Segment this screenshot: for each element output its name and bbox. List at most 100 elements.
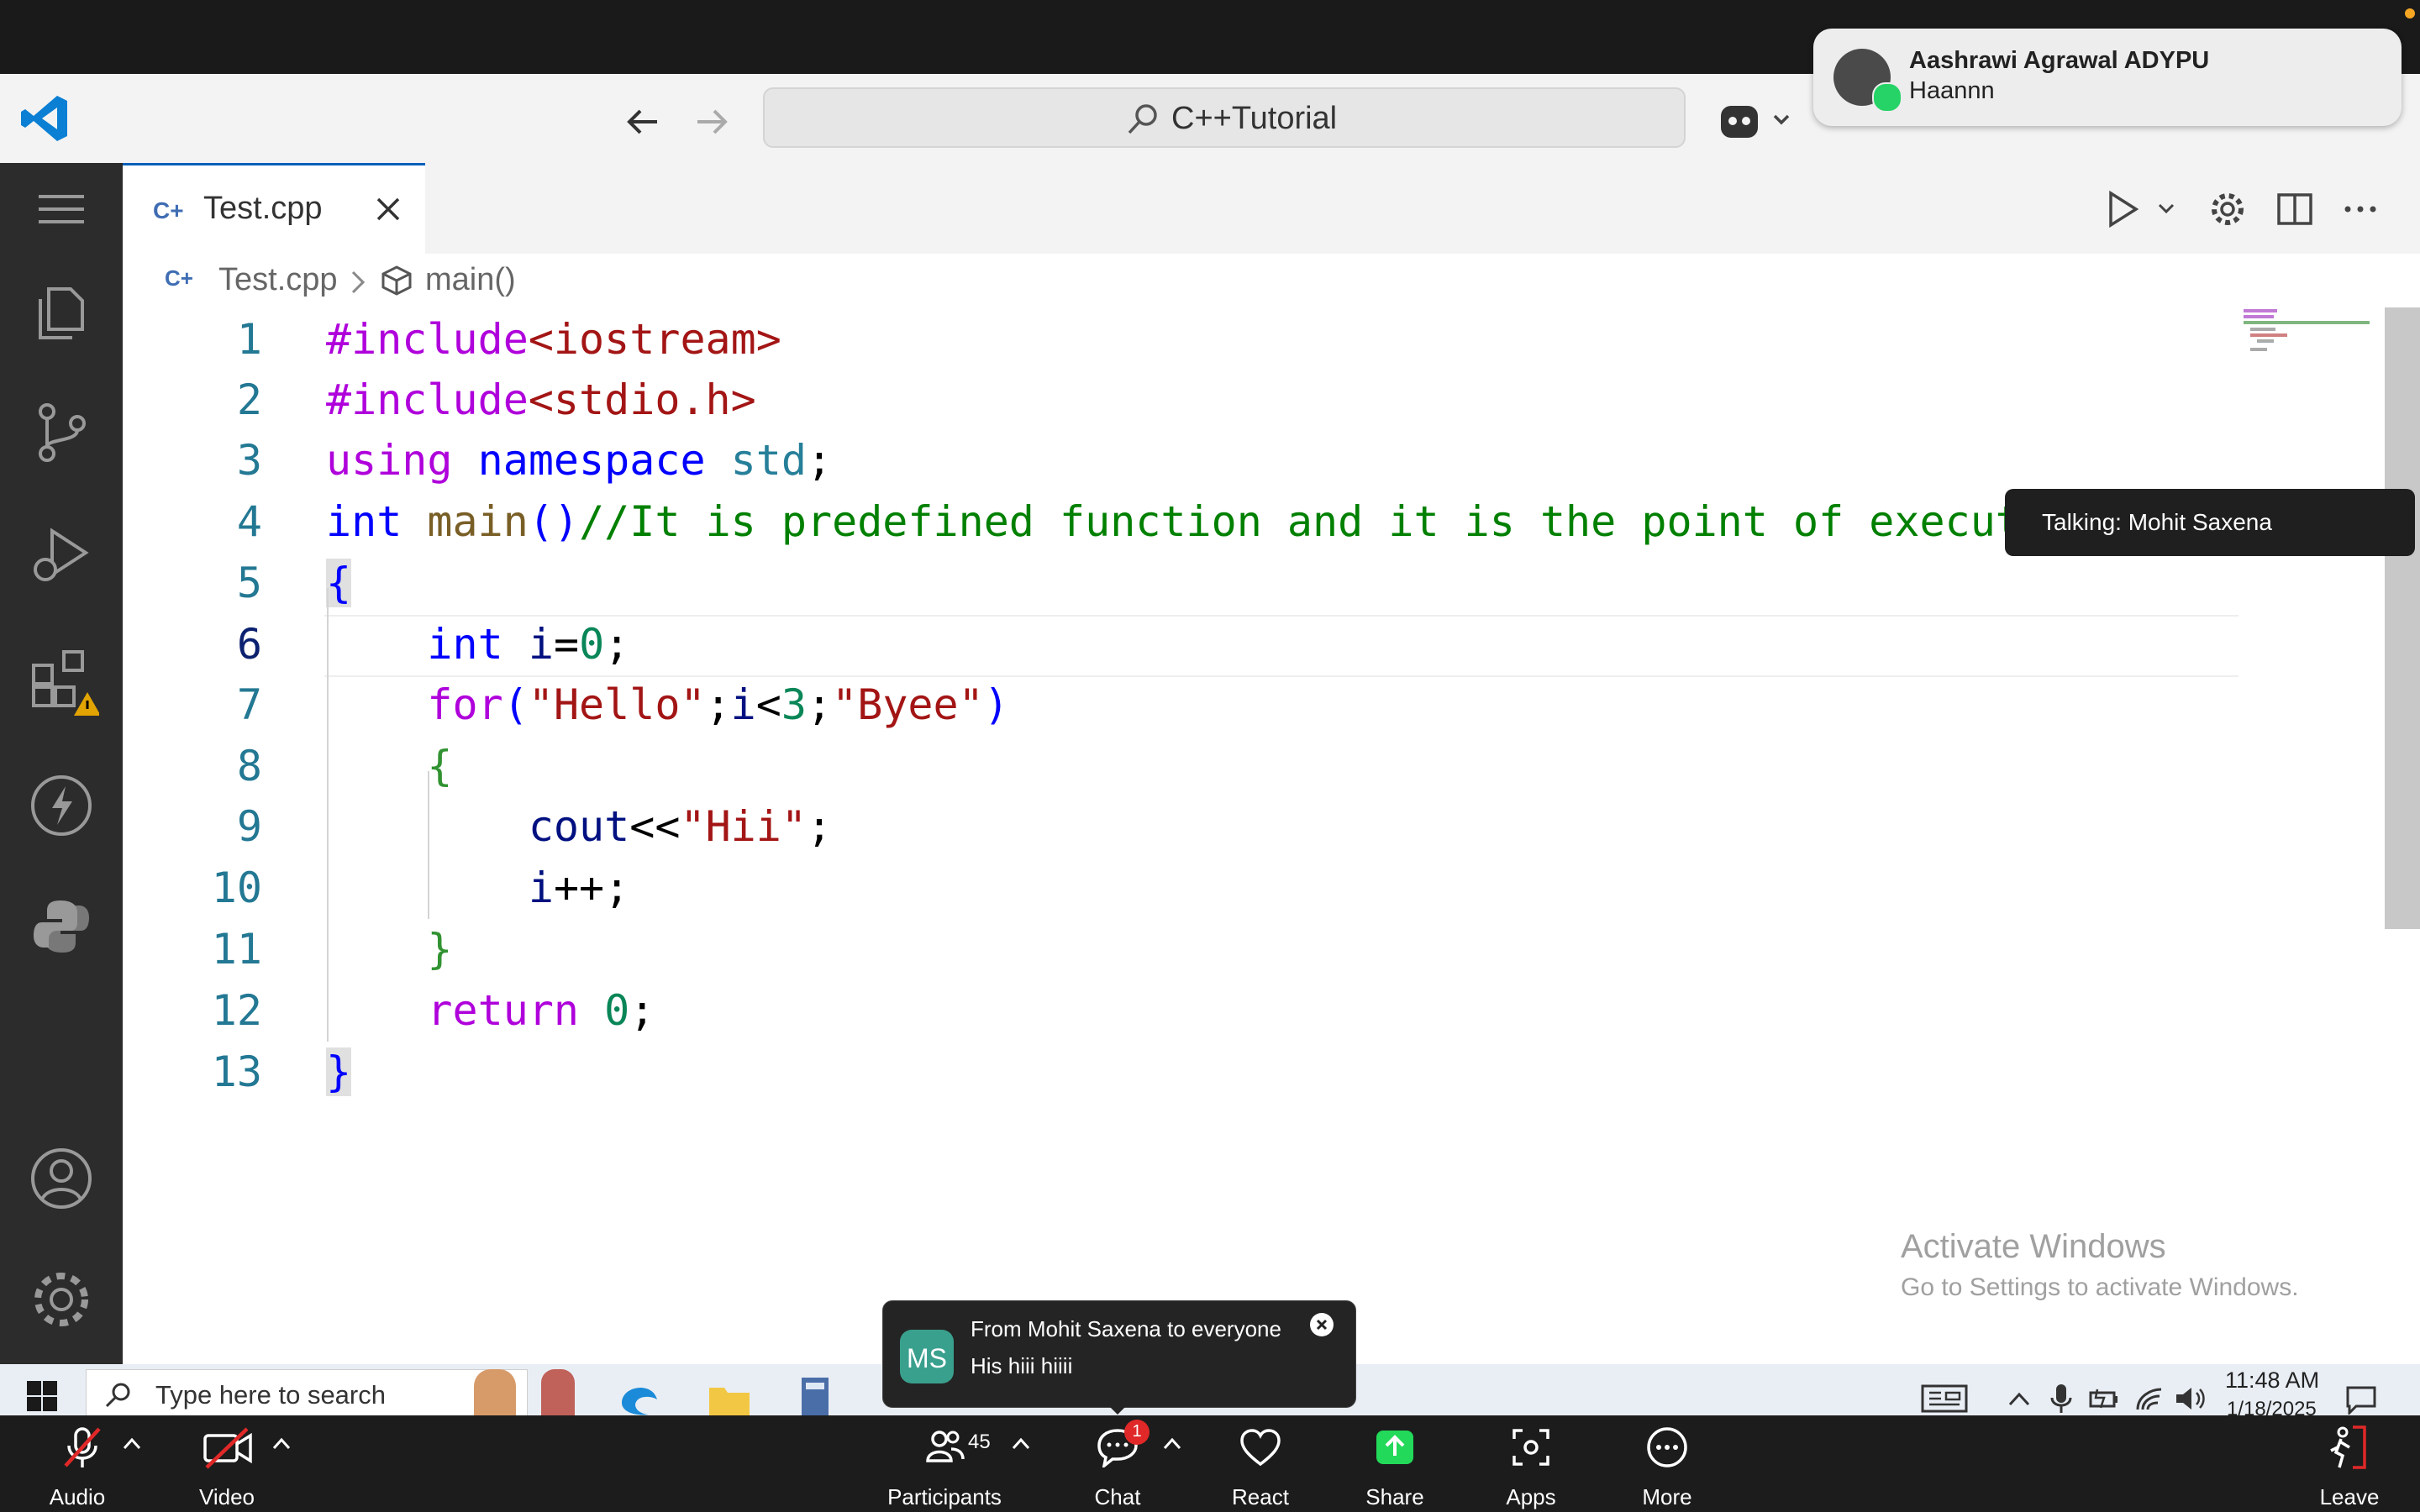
run-icon[interactable] — [2106, 188, 2181, 230]
line-number: 13 — [211, 1047, 262, 1096]
menu-icon[interactable] — [24, 171, 99, 247]
share-button[interactable]: Share — [1353, 1424, 1437, 1509]
chat-notification-popup[interactable]: MS From Mohit Saxena to everyone His hii… — [882, 1300, 1356, 1408]
code-line[interactable]: i++; — [326, 858, 629, 918]
taskbar-time[interactable]: 11:48 AM — [2225, 1368, 2319, 1394]
command-center-search[interactable]: C++Tutorial — [763, 87, 1686, 148]
search-highlight-icon — [474, 1369, 516, 1415]
leave-icon — [2328, 1424, 2371, 1471]
heart-icon — [1239, 1427, 1282, 1467]
line-number: 8 — [236, 742, 262, 790]
settings-gear-icon[interactable] — [24, 1262, 99, 1337]
code-line[interactable]: return 0; — [326, 980, 655, 1041]
forward-arrow-icon[interactable] — [691, 101, 733, 143]
explorer-icon[interactable] — [24, 274, 99, 349]
talking-text: Talking: Mohit Saxena — [2042, 509, 2272, 535]
chevron-right-icon — [348, 267, 368, 297]
video-muted-icon — [202, 1425, 255, 1471]
chevron-up-icon[interactable] — [121, 1435, 143, 1453]
code-line[interactable]: using namespace std; — [326, 430, 832, 491]
vscode-logo-icon — [18, 92, 71, 144]
minimap — [2242, 307, 2376, 358]
chat-badge-count: 1 — [1132, 1422, 1142, 1441]
windows-start-icon[interactable] — [25, 1379, 59, 1413]
indent-guide — [428, 771, 429, 919]
apps-button[interactable]: Apps — [1489, 1424, 1573, 1509]
chat-badge: 1 — [1124, 1420, 1150, 1445]
popup-pointer — [1107, 1404, 1128, 1415]
tab-label: Test.cpp — [203, 191, 323, 226]
react-button[interactable]: React — [1218, 1424, 1302, 1509]
line-number: 4 — [236, 497, 262, 546]
breadcrumb-file[interactable]: Test.cpp — [218, 262, 338, 298]
leave-label: Leave — [2319, 1484, 2380, 1509]
taskbar-date[interactable]: 1/18/2025 — [2227, 1398, 2317, 1415]
whatsapp-icon — [1872, 82, 1902, 113]
code-line[interactable]: int i=0; — [326, 614, 629, 675]
notification-message: Haannn — [1909, 77, 1995, 104]
whatsapp-notification[interactable]: Aashrawi Agrawal ADYPU Haannn — [1813, 29, 2402, 126]
copilot-icon[interactable] — [1718, 99, 1802, 143]
more-label: More — [1642, 1484, 1692, 1509]
share-icon — [1375, 1427, 1415, 1467]
method-cube-icon — [380, 264, 413, 297]
python-icon[interactable] — [24, 889, 99, 964]
leave-button[interactable]: Leave — [2307, 1424, 2391, 1509]
file-explorer-icon[interactable] — [708, 1381, 751, 1415]
search-icon — [103, 1380, 134, 1410]
breadcrumb-symbol[interactable]: main() — [425, 262, 516, 298]
talking-indicator: Talking: Mohit Saxena — [2005, 489, 2415, 556]
edge-browser-icon[interactable] — [618, 1378, 660, 1415]
gear-icon[interactable] — [2207, 188, 2249, 230]
react-label: React — [1232, 1484, 1289, 1509]
video-label: Video — [198, 1484, 255, 1509]
calculator-icon[interactable] — [798, 1376, 832, 1415]
code-line[interactable]: cout<<"Hii"; — [326, 796, 832, 857]
indent-guide — [327, 588, 329, 1042]
avatar: MS — [900, 1330, 954, 1383]
lightning-icon[interactable] — [24, 768, 99, 843]
code-line[interactable]: { — [326, 553, 352, 613]
source-control-icon[interactable] — [24, 395, 99, 470]
avatar-initials: MS — [907, 1343, 947, 1373]
code-line[interactable]: int main()//It is predefined function an… — [326, 491, 2021, 552]
scrollbar[interactable] — [2385, 307, 2420, 929]
search-highlight-icon — [541, 1369, 575, 1415]
back-arrow-icon[interactable] — [622, 101, 664, 143]
activate-windows-title: Activate Windows — [1901, 1228, 2166, 1265]
chevron-up-icon[interactable] — [271, 1435, 292, 1453]
audio-button[interactable]: Audio — [35, 1424, 119, 1509]
extensions-icon[interactable] — [24, 642, 101, 717]
video-button[interactable]: Video — [185, 1424, 269, 1509]
split-editor-icon[interactable] — [2274, 188, 2316, 230]
news-icon[interactable] — [1921, 1384, 1968, 1413]
cpp-file-icon: C+ — [165, 265, 193, 291]
participants-icon — [924, 1425, 965, 1466]
line-number: 6 — [236, 620, 262, 669]
code-line[interactable]: #include<iostream> — [326, 309, 781, 370]
code-line[interactable]: } — [326, 919, 452, 979]
close-icon[interactable] — [1310, 1313, 1334, 1336]
participants-button[interactable]: Participants — [877, 1424, 1012, 1509]
cpp-file-icon: C+ — [153, 197, 184, 223]
code-line[interactable]: #include<stdio.h> — [326, 370, 756, 430]
run-debug-icon[interactable] — [24, 517, 99, 593]
code-line[interactable]: for("Hello";i<3;"Byee") — [326, 675, 1008, 735]
close-icon[interactable] — [373, 194, 403, 224]
taskbar-search[interactable]: Type here to search — [86, 1369, 528, 1417]
line-number: 9 — [236, 802, 262, 851]
wifi-icon — [2134, 1384, 2165, 1413]
chevron-up-icon[interactable] — [1161, 1435, 1183, 1453]
notification-sender: Aashrawi Agrawal ADYPU — [1909, 47, 2210, 74]
tab-test-cpp[interactable]: C+ Test.cpp — [123, 163, 425, 254]
account-icon[interactable] — [24, 1141, 99, 1216]
chevron-up-icon[interactable] — [1010, 1435, 1032, 1453]
more-button[interactable]: More — [1625, 1424, 1709, 1509]
chevron-up-icon[interactable] — [2007, 1388, 2032, 1410]
more-actions-icon[interactable] — [2339, 188, 2381, 230]
line-number: 11 — [211, 925, 262, 974]
line-number: 7 — [236, 680, 262, 729]
code-line[interactable]: } — [326, 1042, 352, 1102]
notification-center-icon[interactable] — [2344, 1384, 2378, 1416]
code-line[interactable]: { — [326, 736, 452, 796]
